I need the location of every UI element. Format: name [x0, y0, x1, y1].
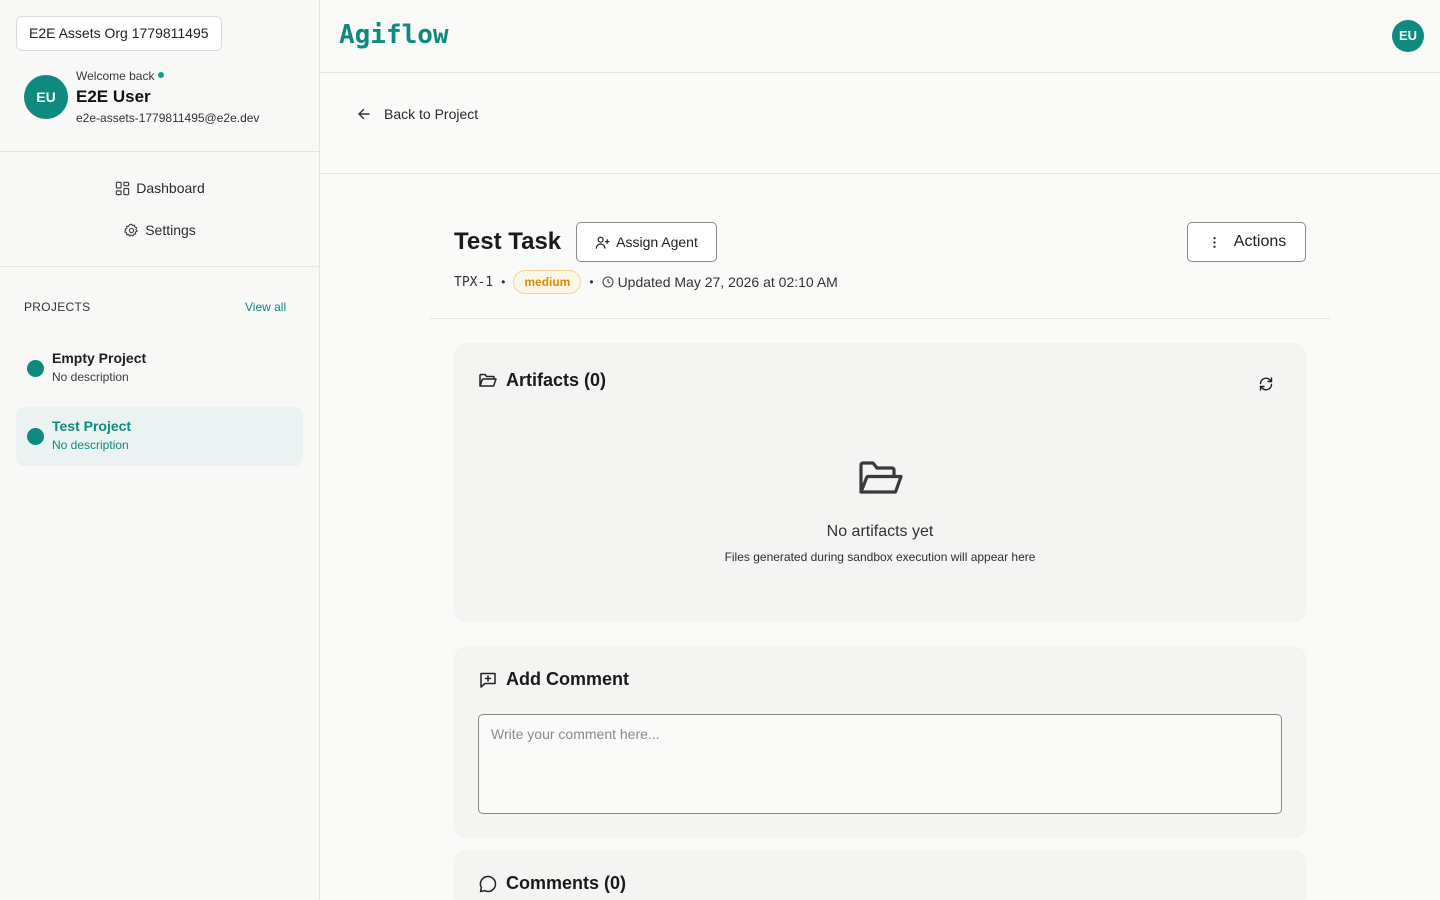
empty-folder-icon [859, 461, 903, 494]
project-color-dot [27, 360, 44, 377]
back-to-project-link[interactable]: Back to Project [356, 106, 478, 122]
divider [430, 318, 1330, 319]
assign-agent-label: Assign Agent [616, 234, 698, 250]
project-name: Empty Project [52, 350, 147, 366]
projects-heading: PROJECTS [24, 300, 91, 314]
assign-agent-button[interactable]: Assign Agent [576, 222, 717, 262]
separator: • [501, 275, 506, 289]
user-name: E2E User [76, 87, 151, 106]
folder-open-icon [479, 373, 497, 387]
arrow-left-icon [358, 108, 370, 120]
project-description: No description [52, 370, 129, 384]
updated-text: Updated May 27, 2026 at 02:10 AM [617, 274, 838, 290]
task-title: Test Task [454, 228, 562, 255]
separator: • [589, 275, 594, 289]
sidebar: E2E Assets Org 1779811495 EU Welcome bac… [0, 0, 320, 900]
nav-settings[interactable]: Settings [0, 218, 320, 242]
empty-state-subtitle: Files generated during sandbox execution… [724, 550, 1036, 564]
artifacts-title: Artifacts (0) [506, 370, 607, 390]
add-comment-header: Add Comment [478, 669, 629, 690]
user-avatar[interactable]: EU [24, 75, 68, 119]
actions-button[interactable]: Actions [1187, 222, 1306, 262]
priority-badge: medium [513, 270, 582, 294]
online-status-dot [158, 72, 165, 78]
header-user-avatar[interactable]: EU [1392, 20, 1424, 52]
project-color-dot [27, 428, 44, 445]
message-circle-icon [479, 875, 497, 892]
project-item-empty-project[interactable]: Empty Project No description [16, 339, 303, 398]
more-vertical-icon [1213, 236, 1216, 248]
refresh-artifacts-button[interactable] [1256, 374, 1276, 394]
dashboard-icon [116, 181, 130, 195]
nav-dashboard-label: Dashboard [136, 180, 205, 196]
top-header: Agiflow EU [320, 0, 1440, 73]
project-item-test-project[interactable]: Test Project No description [16, 407, 303, 466]
user-plus-icon [595, 236, 610, 249]
user-profile: EU Welcome back E2E User e2e-assets-1779… [24, 68, 314, 128]
artifacts-header: Artifacts (0) [478, 370, 606, 391]
comment-input[interactable] [478, 714, 1282, 814]
app-logo[interactable]: Agiflow [339, 20, 449, 50]
gear-icon [124, 222, 139, 237]
project-description: No description [52, 438, 129, 452]
divider [0, 266, 320, 267]
user-email: e2e-assets-1779811495@e2e.dev [76, 111, 260, 125]
org-switcher[interactable]: E2E Assets Org 1779811495 [16, 16, 222, 51]
project-name: Test Project [52, 418, 132, 434]
task-key: TPX-1 [454, 274, 494, 290]
comments-title: Comments (0) [506, 873, 627, 893]
add-comment-card: Add Comment [454, 646, 1306, 838]
view-all-projects-link[interactable]: View all [245, 300, 286, 314]
nav-settings-label: Settings [145, 222, 196, 238]
add-comment-title: Add Comment [506, 669, 629, 689]
artifacts-card: Artifacts (0) No artifacts yet Files gen… [454, 343, 1306, 622]
updated-timestamp: Updated May 27, 2026 at 02:10 AM [602, 274, 838, 290]
empty-state-title: No artifacts yet [826, 523, 934, 540]
message-plus-icon [480, 672, 496, 688]
nav-dashboard[interactable]: Dashboard [0, 176, 320, 200]
back-to-project-label: Back to Project [384, 106, 479, 122]
divider [0, 151, 320, 152]
actions-label: Actions [1233, 233, 1287, 250]
clock-icon [602, 276, 614, 288]
welcome-text: Welcome back [76, 69, 165, 83]
comments-card: Comments (0) [454, 850, 1306, 900]
refresh-icon [1259, 377, 1273, 391]
task-meta: TPX-1 • medium • Updated May 27, 2026 at… [454, 270, 838, 294]
back-bar: Back to Project [320, 73, 1440, 174]
comments-header: Comments (0) [478, 873, 626, 894]
